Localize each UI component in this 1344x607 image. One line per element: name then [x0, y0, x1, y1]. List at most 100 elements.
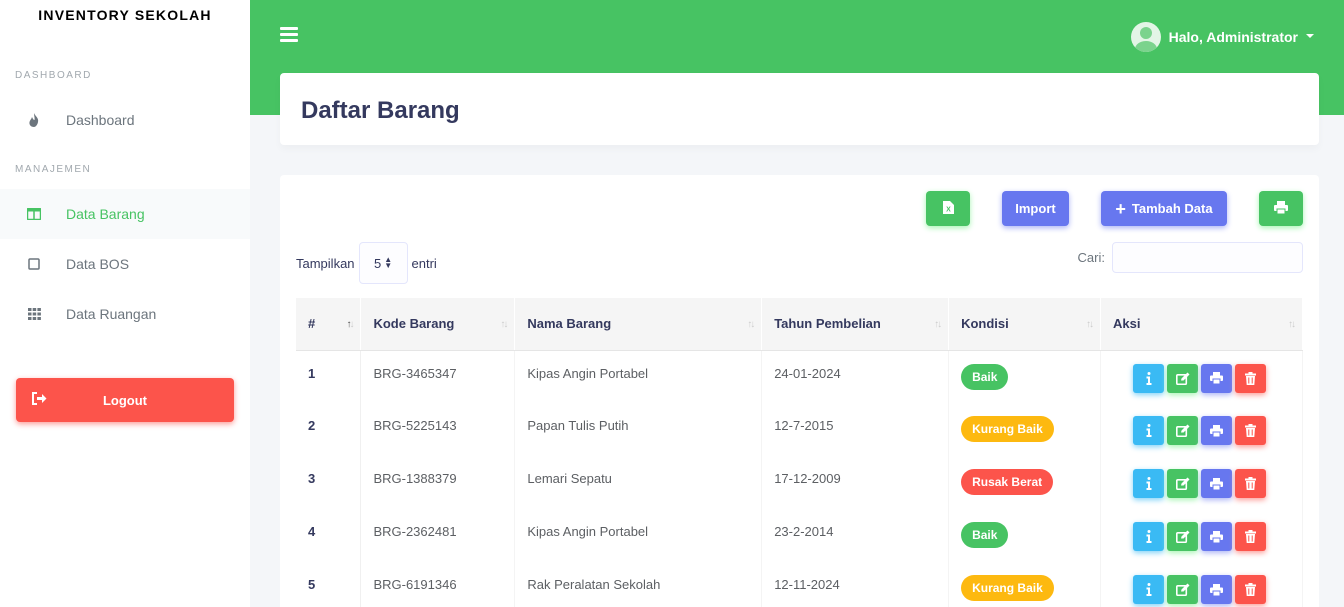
cell-kode: BRG-2362481 [360, 509, 516, 562]
table-row: 4 BRG-2362481 Kipas Angin Portabel 23-2-… [296, 509, 1303, 562]
brand-title: INVENTORY SEKOLAH [38, 7, 212, 23]
sidebar-item-label: Dashboard [66, 112, 135, 128]
status-badge: Baik [961, 522, 1009, 548]
delete-button[interactable] [1235, 469, 1266, 498]
print-row-button[interactable] [1201, 416, 1232, 445]
print-icon [1210, 583, 1223, 596]
cell-aksi [1100, 403, 1303, 456]
edit-icon [1175, 477, 1189, 490]
entries-prefix: Tampilkan [296, 255, 355, 271]
delete-button[interactable] [1235, 363, 1266, 393]
status-badge: Rusak Berat [961, 469, 1054, 495]
status-badge: Kurang Baik [961, 575, 1054, 601]
table-row: 1 BRG-3465347 Kipas Angin Portabel 24-01… [296, 350, 1303, 403]
info-icon [1146, 530, 1151, 543]
sidebar-item-data-barang[interactable]: Data Barang [0, 189, 250, 239]
trash-icon [1245, 583, 1256, 596]
column-header-kondisi[interactable]: Kondisi ↑↓ [948, 298, 1101, 351]
edit-button[interactable] [1167, 363, 1198, 393]
sort-icon: ↑↓ [747, 319, 755, 330]
hamburger-menu-icon[interactable] [280, 27, 298, 43]
sort-icon: ↑↓ [934, 319, 942, 330]
delete-button[interactable] [1235, 522, 1266, 551]
cell-aksi [1100, 509, 1303, 562]
sidebar: INVENTORY SEKOLAH DASHBOARD Dashboard MA… [0, 0, 250, 607]
delete-button[interactable] [1235, 416, 1266, 445]
detail-button[interactable] [1133, 575, 1164, 604]
cell-kode: BRG-1388379 [360, 456, 516, 509]
column-header-aksi[interactable]: Aksi ↑↓ [1100, 298, 1303, 351]
page-title: Daftar Barang [301, 97, 460, 124]
cell-tahun: 24-01-2024 [761, 350, 950, 403]
cell-no: 2 [296, 403, 362, 456]
edit-button[interactable] [1167, 469, 1198, 498]
print-button[interactable] [1259, 191, 1303, 226]
detail-button[interactable] [1133, 522, 1164, 551]
cell-kode: BRG-6191346 [360, 562, 516, 607]
delete-button[interactable] [1235, 575, 1266, 604]
info-icon [1146, 583, 1151, 596]
cell-tahun: 12-7-2015 [761, 403, 950, 456]
cell-aksi [1100, 562, 1303, 607]
cell-nama: Kipas Angin Portabel [514, 509, 763, 562]
print-row-button[interactable] [1201, 469, 1232, 498]
column-header-kode[interactable]: Kode Barang ↑↓ [360, 298, 516, 351]
edit-button[interactable] [1167, 575, 1198, 604]
trash-icon [1245, 530, 1256, 543]
table-header-row: # ↑↓ Kode Barang ↑↓ Nama Barang ↑↓ Tahun Pe… [296, 298, 1303, 351]
edit-icon [1175, 530, 1189, 543]
print-row-button[interactable] [1201, 575, 1232, 604]
add-data-label: Tambah Data [1131, 201, 1213, 216]
column-header-no[interactable]: # ↑↓ [296, 298, 362, 351]
cell-aksi [1100, 456, 1303, 509]
menu-header-manajemen: MANAJEMEN [15, 164, 92, 175]
user-greeting: Halo, Administrator [1168, 29, 1298, 45]
detail-button[interactable] [1133, 469, 1164, 498]
search-input[interactable] [1112, 242, 1303, 273]
print-icon [1210, 477, 1223, 490]
edit-icon [1175, 424, 1189, 437]
cell-kode: BRG-5225143 [360, 403, 516, 456]
sort-asc-icon: ↑↓ [346, 319, 354, 330]
sort-icon: ↑↓ [1288, 319, 1296, 330]
info-icon [1146, 371, 1151, 385]
file-excel-icon: X [942, 200, 954, 217]
sidebar-item-data-ruangan[interactable]: Data Ruangan [0, 289, 250, 339]
cell-no: 3 [296, 456, 362, 509]
add-data-button[interactable]: + Tambah Data [1101, 191, 1227, 226]
status-badge: Baik [961, 363, 1009, 390]
trash-icon [1245, 477, 1256, 490]
cell-aksi [1100, 350, 1303, 403]
cell-kode: BRG-3465347 [360, 350, 516, 403]
cell-nama: Lemari Sepatu [514, 456, 763, 509]
fire-icon [26, 112, 42, 128]
import-button[interactable]: Import [1002, 191, 1069, 226]
logout-button[interactable]: Logout [16, 378, 234, 422]
print-row-button[interactable] [1201, 363, 1232, 393]
detail-button[interactable] [1133, 416, 1164, 445]
print-icon [1274, 200, 1288, 217]
status-badge: Kurang Baik [961, 416, 1054, 442]
sort-select-icon: ▲ ▼ [384, 255, 393, 270]
edit-button[interactable] [1167, 522, 1198, 551]
edit-button[interactable] [1167, 416, 1198, 445]
chevron-down-icon [1306, 34, 1314, 38]
sign-out-icon [32, 392, 47, 408]
user-menu[interactable]: Halo, Administrator [1130, 22, 1314, 52]
entries-value: 5 [373, 255, 382, 271]
sidebar-item-dashboard[interactable]: Dashboard [0, 95, 250, 145]
entries-length-control: Tampilkan 5 ▲ ▼ entri [296, 242, 437, 284]
cell-kondisi: Baik [948, 350, 1101, 403]
export-excel-button[interactable]: X [926, 191, 970, 226]
column-header-tahun[interactable]: Tahun Pembelian ↑↓ [761, 298, 950, 351]
print-icon [1210, 372, 1223, 384]
column-header-nama[interactable]: Nama Barang ↑↓ [514, 298, 763, 351]
entries-select[interactable]: 5 ▲ ▼ [358, 242, 408, 284]
cell-tahun: 17-12-2009 [761, 456, 950, 509]
print-row-button[interactable] [1201, 522, 1232, 551]
detail-button[interactable] [1133, 363, 1164, 393]
sidebar-item-label: Data BOS [66, 256, 130, 272]
sidebar-item-data-bos[interactable]: Data BOS [0, 239, 250, 289]
cell-kondisi: Rusak Berat [948, 456, 1101, 509]
cell-nama: Papan Tulis Putih [514, 403, 763, 456]
